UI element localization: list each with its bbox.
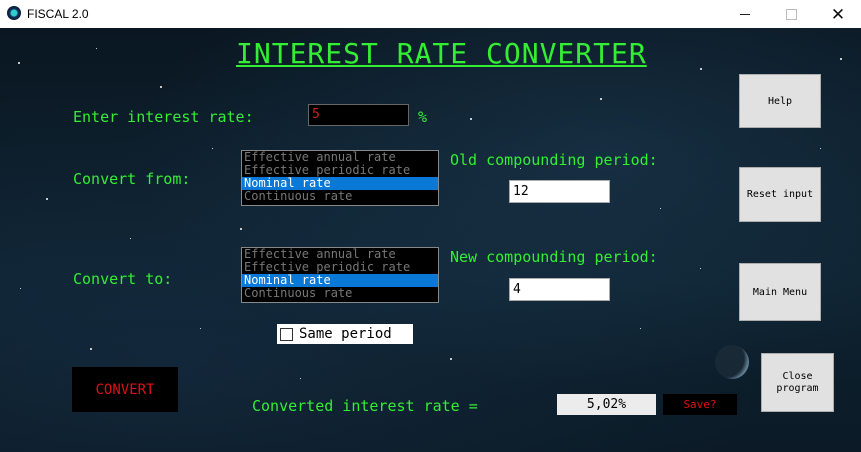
result-label: Converted interest rate =	[252, 397, 478, 415]
convert-to-option[interactable]: Continuous rate	[242, 287, 438, 300]
minimize-button[interactable]	[722, 0, 768, 28]
percent-unit: %	[418, 108, 428, 126]
interest-rate-input[interactable]: 5	[308, 104, 409, 126]
convert-from-option[interactable]: Continuous rate	[242, 190, 438, 203]
convert-to-label: Convert to:	[73, 270, 173, 288]
new-period-input[interactable]: 4	[509, 278, 610, 301]
maximize-button	[768, 0, 814, 28]
convert-from-label: Convert from:	[73, 170, 191, 188]
close-icon: ✕	[830, 4, 846, 24]
page-title: INTEREST RATE CONVERTER	[236, 37, 647, 70]
main-menu-button[interactable]: Main Menu	[739, 263, 821, 321]
result-value: 5,02%	[557, 394, 656, 415]
planet-image	[715, 345, 749, 379]
app-icon	[7, 6, 21, 20]
old-period-label: Old compounding period:	[450, 151, 658, 169]
new-period-label: New compounding period:	[450, 248, 658, 266]
convert-button[interactable]: CONVERT	[72, 367, 178, 412]
checkbox-icon[interactable]	[280, 327, 293, 341]
same-period-label: Same period	[299, 326, 392, 342]
save-button[interactable]: Save?	[663, 394, 737, 415]
close-program-button[interactable]: Close program	[761, 353, 834, 412]
reset-input-button[interactable]: Reset input	[739, 167, 821, 222]
maximize-icon	[785, 8, 797, 20]
window-title: FISCAL 2.0	[27, 7, 89, 21]
window-close-button[interactable]: ✕	[815, 0, 861, 28]
rate-label: Enter interest rate:	[73, 108, 254, 126]
old-period-input[interactable]: 12	[509, 180, 610, 203]
minimize-icon	[740, 13, 750, 15]
convert-to-list[interactable]: Effective annual rate Effective periodic…	[241, 247, 439, 303]
same-period-checkbox[interactable]: Same period	[277, 324, 413, 344]
help-button[interactable]: Help	[739, 74, 821, 128]
title-bar: FISCAL 2.0 ✕	[0, 0, 861, 28]
convert-from-list[interactable]: Effective annual rate Effective periodic…	[241, 150, 439, 206]
app-window: FISCAL 2.0 ✕ INTEREST RATE CONVERTER Ent…	[0, 0, 861, 452]
